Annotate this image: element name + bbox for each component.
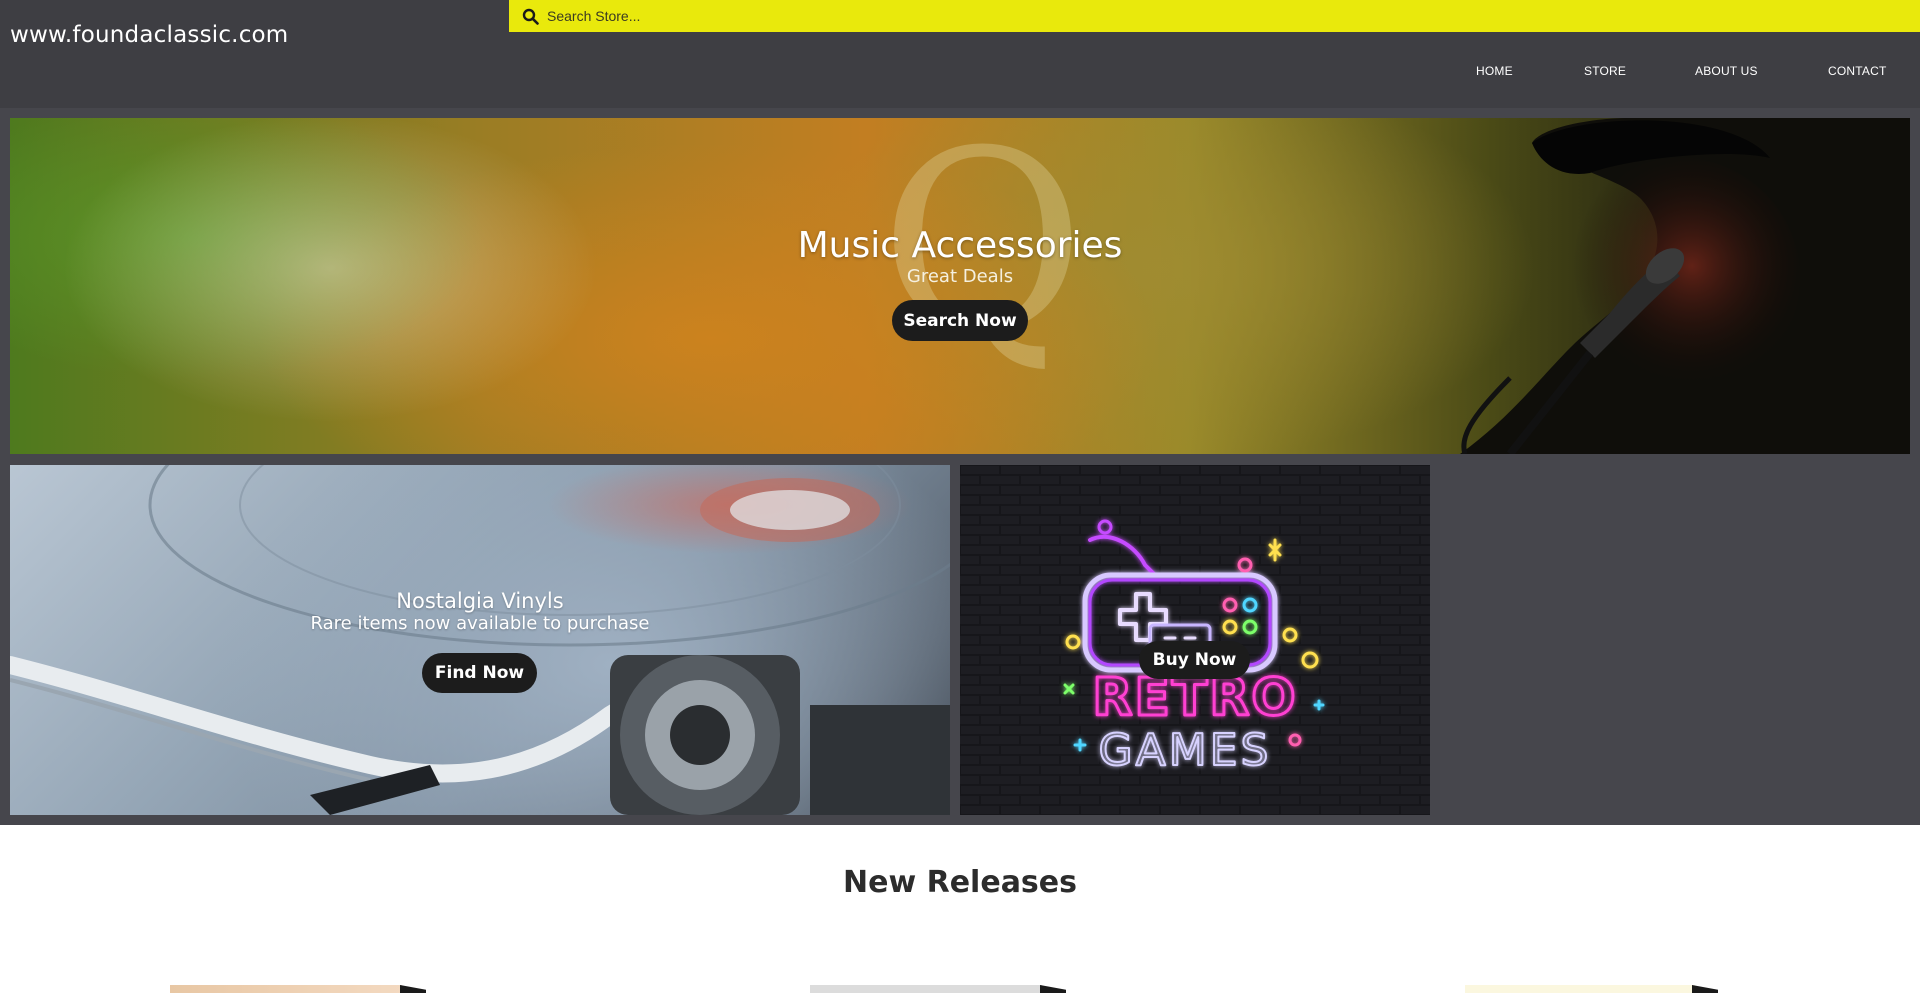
new-releases-heading: New Releases xyxy=(843,865,1077,900)
hero-banner: Q Music Accessories Great Deals Search N… xyxy=(10,118,1910,454)
search-bar xyxy=(509,0,1920,32)
turntable-image xyxy=(10,465,950,815)
site-title[interactable]: www.foundaclassic.com xyxy=(10,22,288,48)
vinyl-promo-subtitle: Rare items now available to purchase xyxy=(310,613,650,634)
search-icon[interactable] xyxy=(521,7,539,25)
nav-store[interactable]: STORE xyxy=(1584,64,1626,78)
product-thumbnail[interactable] xyxy=(810,985,1042,993)
games-sign-text: GAMES xyxy=(1099,725,1272,776)
product-record-edge xyxy=(1040,985,1066,993)
product-thumbnail[interactable] xyxy=(1465,985,1695,993)
main-nav: HOME STORE ABOUT US CONTACT xyxy=(0,64,1920,80)
product-record-edge xyxy=(400,985,426,993)
vinyl-promo-card: Nostalgia Vinyls Rare items now availabl… xyxy=(10,465,950,815)
new-releases-section: New Releases xyxy=(0,825,1920,993)
vinyl-promo-title: Nostalgia Vinyls xyxy=(396,589,564,613)
hero-title: Music Accessories xyxy=(797,225,1123,266)
hero-subtitle: Great Deals xyxy=(906,266,1014,287)
search-now-button[interactable]: Search Now xyxy=(892,300,1028,341)
find-now-button[interactable]: Find Now xyxy=(422,653,537,693)
retro-games-neon-image: RETRO GAMES xyxy=(960,465,1430,815)
product-record-edge xyxy=(1692,985,1718,993)
search-input[interactable] xyxy=(547,2,1147,30)
nav-about-us[interactable]: ABOUT US xyxy=(1695,64,1758,78)
nav-home[interactable]: HOME xyxy=(1476,64,1513,78)
site-header: www.foundaclassic.com HOME STORE ABOUT U… xyxy=(0,0,1920,108)
retro-games-promo-card: RETRO GAMES Buy Now xyxy=(960,465,1430,815)
product-thumbnail[interactable] xyxy=(170,985,402,993)
nav-contact[interactable]: CONTACT xyxy=(1828,64,1887,78)
buy-now-button[interactable]: Buy Now xyxy=(1139,641,1250,679)
promo-area: Q Music Accessories Great Deals Search N… xyxy=(0,108,1920,825)
